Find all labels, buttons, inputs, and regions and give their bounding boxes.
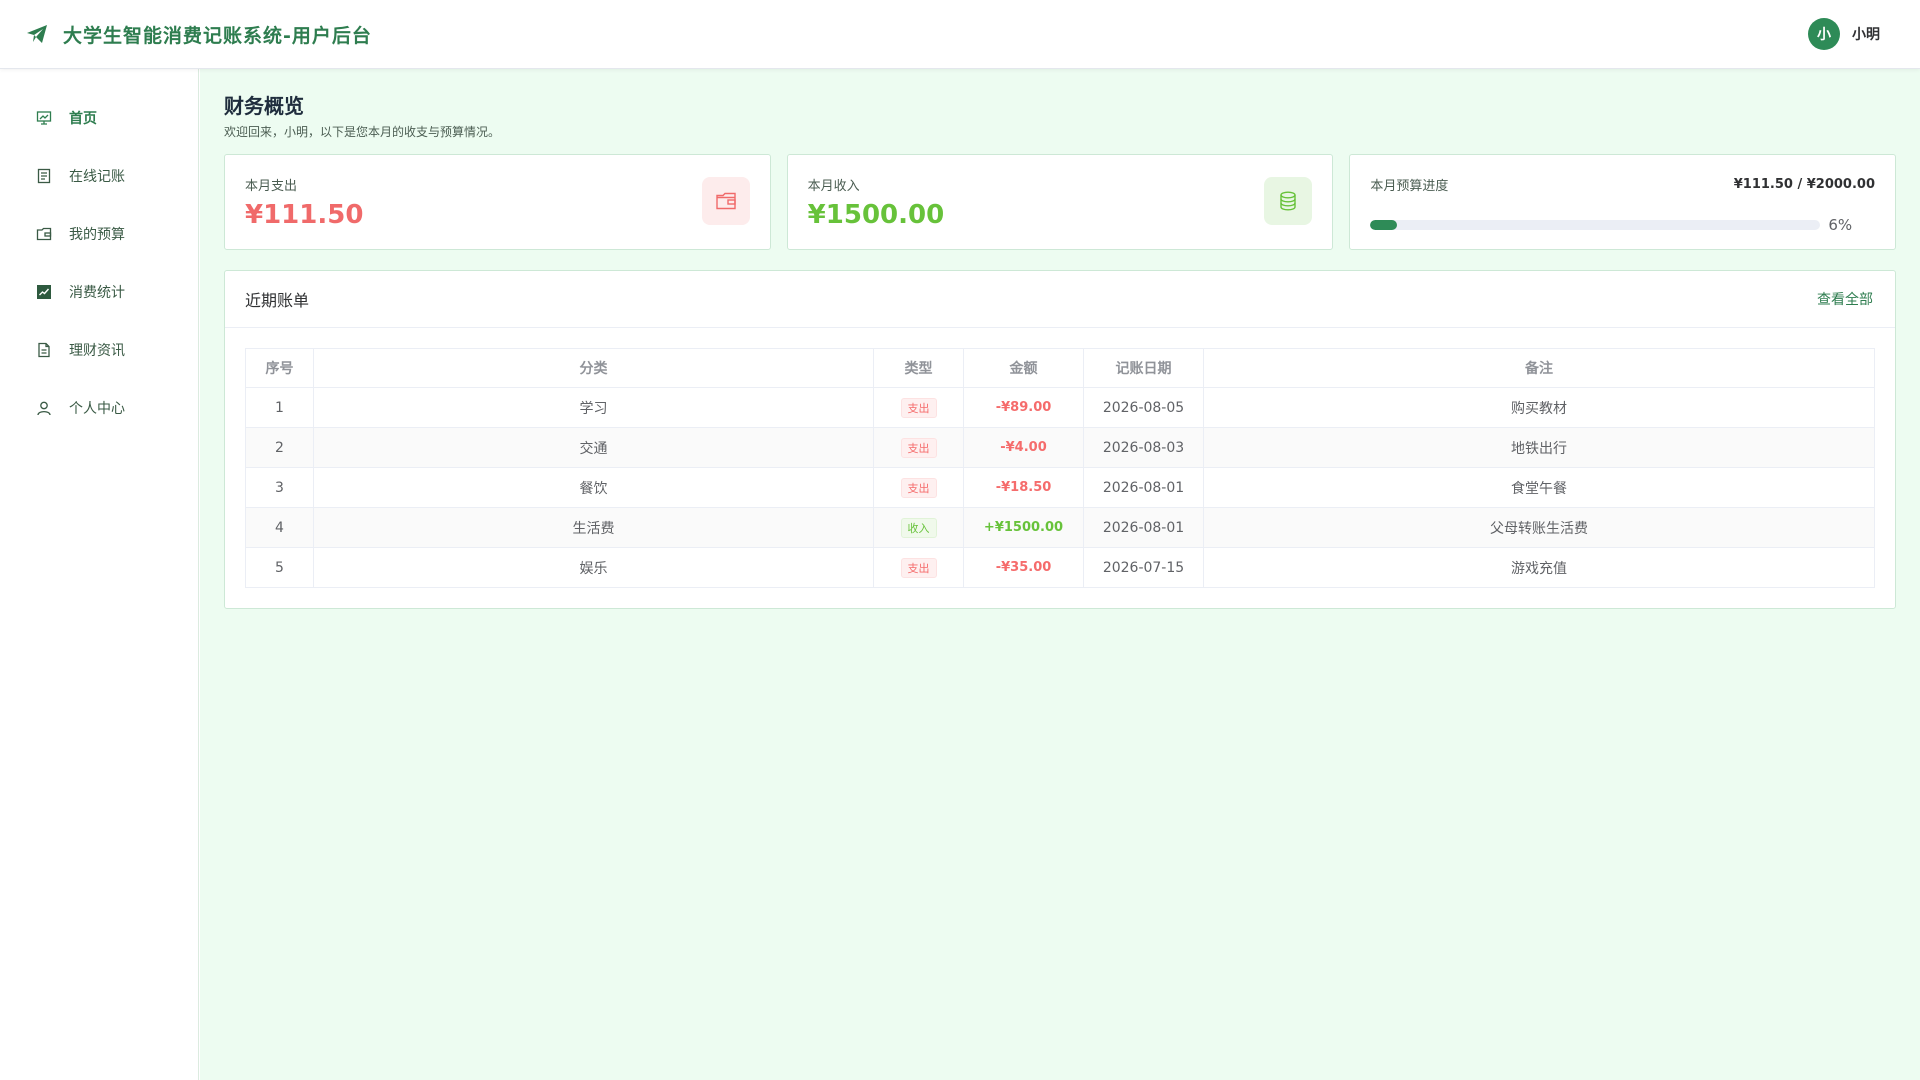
cell-no: 2 [245,427,314,468]
chart-icon [35,283,53,301]
bills-header: 近期账单 查看全部 [225,271,1895,328]
cell-note: 食堂午餐 [1203,467,1875,508]
cell-category: 生活费 [313,507,874,548]
income-card: 本月收入 ¥1500.00 [786,154,1334,250]
page-title: 财务概览 [224,94,304,118]
column-header: 分类 [313,348,874,388]
user-menu[interactable]: 小 小明 [1808,18,1880,50]
cell-date: 2026-07-15 [1083,547,1204,588]
table-row[interactable]: 2 交通 支出 -¥4.00 2026-08-03 地铁出行 [245,427,1875,468]
cell-date: 2026-08-05 [1083,387,1204,428]
cell-note: 购买教材 [1203,387,1875,428]
sidebar-item-profile[interactable]: 个人中心 [0,379,198,437]
main-content: 财务概览 欢迎回来，小明，以下是您本月的收支与预算情况。 本月支出 ¥111.5… [200,69,1920,1080]
view-all-link[interactable]: 查看全部 [1817,289,1873,309]
bills-title: 近期账单 [245,291,310,310]
sidebar-item-label: 在线记账 [69,169,125,185]
column-header: 序号 [245,348,314,388]
sidebar-item-statistics[interactable]: 消费统计 [0,263,198,321]
news-icon [35,341,53,359]
budget-progress: 6% [1370,216,1875,234]
cell-amount: -¥18.50 [963,467,1084,508]
sidebar-item-label: 我的预算 [69,227,125,243]
summary-cards: 本月支出 ¥111.50 本月收入 ¥1500.00 本月预算进度 ¥111.5… [224,154,1897,250]
table-row[interactable]: 5 娱乐 支出 -¥35.00 2026-07-15 游戏充值 [245,547,1875,588]
cell-no: 3 [245,467,314,508]
column-header: 金额 [963,348,1084,388]
cell-category: 娱乐 [313,547,874,588]
avatar[interactable]: 小 [1808,18,1840,50]
column-header: 备注 [1203,348,1875,388]
user-icon [35,399,53,417]
sidebar-item-news[interactable]: 理财资讯 [0,321,198,379]
cell-no: 1 [245,387,314,428]
budget-label: 本月预算进度 [1370,179,1449,194]
document-icon [35,167,53,185]
type-tag: 支出 [900,437,937,458]
expense-label: 本月支出 [245,179,298,194]
sidebar-item-label: 消费统计 [69,285,125,301]
column-header: 类型 [873,348,964,388]
type-tag: 支出 [900,557,937,578]
cell-note: 游戏充值 [1203,547,1875,588]
cell-amount: -¥35.00 [963,547,1084,588]
type-tag: 支出 [900,477,937,498]
income-value: ¥1500.00 [807,200,945,230]
cell-note: 父母转账生活费 [1203,507,1875,548]
type-tag: 收入 [900,517,937,538]
sidebar-item-label: 个人中心 [69,401,125,417]
cell-no: 4 [245,507,314,548]
progress-track [1370,220,1821,230]
table-row[interactable]: 4 生活费 收入 +¥1500.00 2026-08-01 父母转账生活费 [245,507,1875,548]
cell-note: 地铁出行 [1203,427,1875,468]
brand[interactable]: 大学生智能消费记账系统-用户后台 [25,21,372,48]
progress-percent: 6% [1828,216,1853,234]
cell-amount: -¥89.00 [963,387,1084,428]
cell-amount: -¥4.00 [963,427,1084,468]
cell-category: 学习 [313,387,874,428]
budget-card: 本月预算进度 ¥111.50 / ¥2000.00 6% [1349,154,1897,250]
cell-date: 2026-08-01 [1083,467,1204,508]
app-title: 大学生智能消费记账系统-用户后台 [63,24,372,47]
table-row[interactable]: 3 餐饮 支出 -¥18.50 2026-08-01 食堂午餐 [245,467,1875,508]
type-tag: 支出 [900,397,937,418]
sidebar-item-bookkeeping[interactable]: 在线记账 [0,147,198,205]
coins-icon [1264,177,1313,225]
paper-plane-icon [25,22,49,46]
cell-date: 2026-08-03 [1083,427,1204,468]
recent-bills-panel: 近期账单 查看全部 序号 分类 类型 金额 记账日期 备注 1 学习 支出 -¥… [224,270,1896,609]
top-header: 大学生智能消费记账系统-用户后台 小 小明 [0,0,1920,69]
sidebar-item-budget[interactable]: 我的预算 [0,205,198,263]
income-label: 本月收入 [807,179,860,194]
table-header-row: 序号 分类 类型 金额 记账日期 备注 [245,348,1875,388]
cell-date: 2026-08-01 [1083,507,1204,548]
presentation-icon [35,109,53,127]
sidebar-item-home[interactable]: 首页 [0,89,198,147]
wallet-icon [701,177,750,225]
cell-category: 餐饮 [313,467,874,508]
progress-fill [1370,220,1398,230]
column-header: 记账日期 [1083,348,1204,388]
table-row[interactable]: 1 学习 支出 -¥89.00 2026-08-05 购买教材 [245,387,1875,428]
username[interactable]: 小明 [1852,24,1880,44]
sidebar-item-label: 理财资讯 [69,343,125,359]
expense-card: 本月支出 ¥111.50 [224,154,771,250]
cell-no: 5 [245,547,314,588]
cell-category: 交通 [313,427,874,468]
expense-value: ¥111.50 [245,200,364,230]
wallet-icon [35,225,53,243]
sidebar: 首页 在线记账 我的预算 消费统计 理财资讯 个人中心 [0,69,199,1080]
sidebar-item-label: 首页 [69,111,97,127]
bills-table: 序号 分类 类型 金额 记账日期 备注 1 学习 支出 -¥89.00 2026 [245,348,1875,588]
cell-amount: +¥1500.00 [963,507,1084,548]
budget-amount: ¥111.50 / ¥2000.00 [1733,177,1876,192]
page-subtitle: 欢迎回来，小明，以下是您本月的收支与预算情况。 [224,125,501,139]
